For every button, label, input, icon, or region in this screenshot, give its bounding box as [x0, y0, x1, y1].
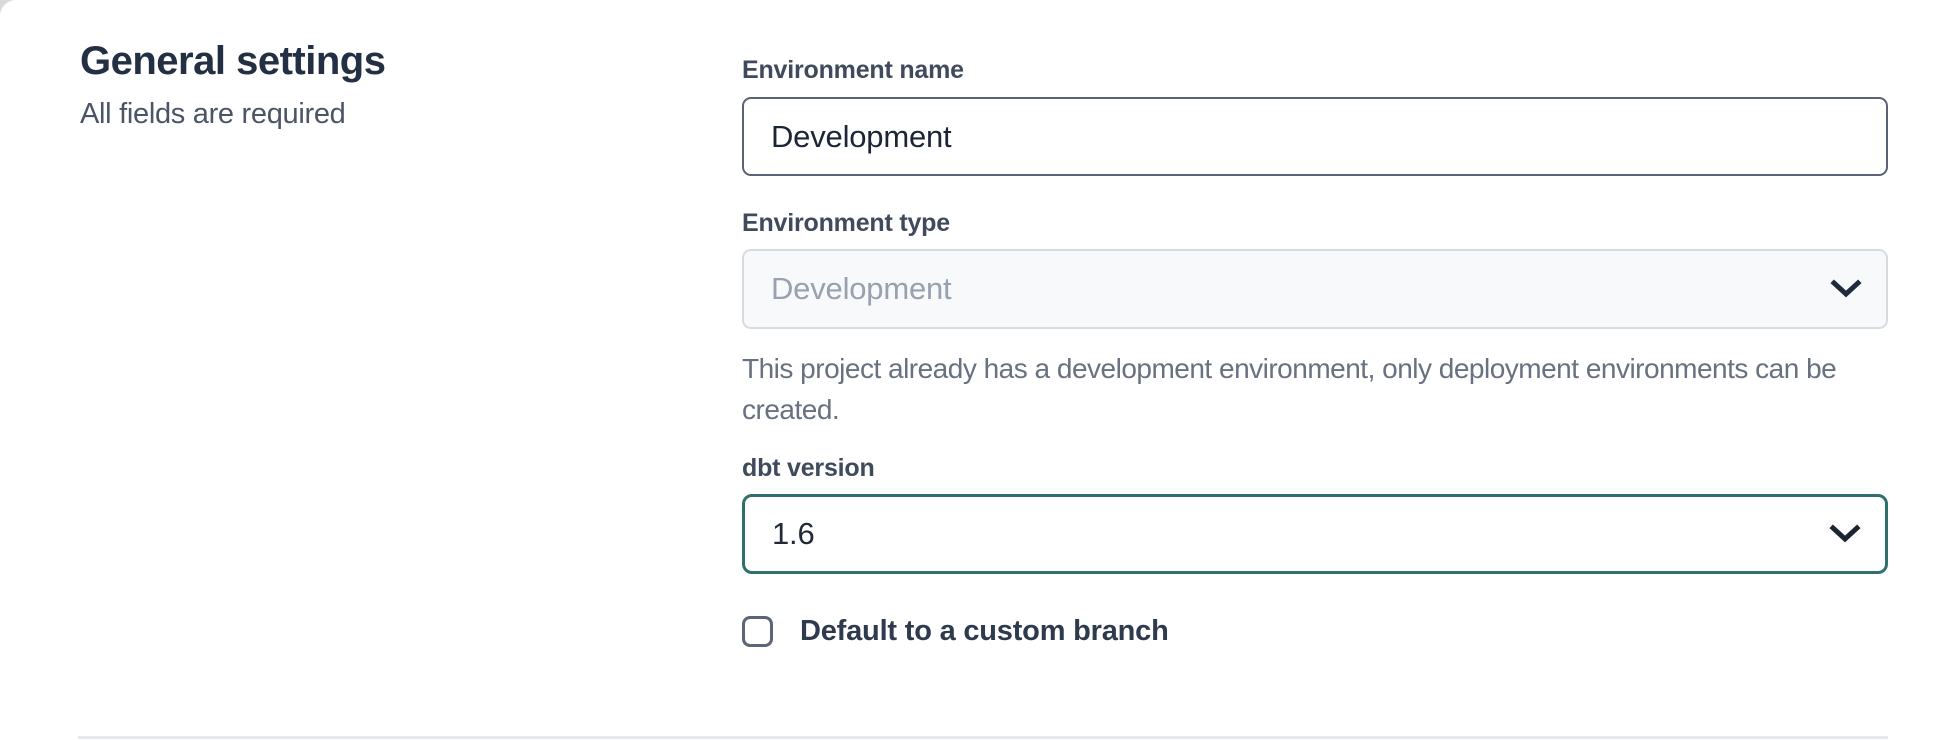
required-note: All fields are required [80, 96, 640, 132]
dbt-version-selected-value: 1.6 [772, 516, 815, 552]
general-settings-form: Environment name Environment type Develo… [742, 0, 1888, 648]
environment-type-selected-value: Development [771, 271, 951, 307]
environment-name-label: Environment name [742, 57, 1888, 83]
custom-branch-label: Default to a custom branch [800, 615, 1169, 648]
environment-type-select: Development [742, 249, 1888, 329]
dbt-version-label: dbt version [742, 455, 1888, 481]
environment-name-input[interactable] [742, 97, 1888, 176]
chevron-down-icon [1829, 524, 1861, 544]
settings-panel: General settings All fields are required… [0, 0, 1958, 740]
chevron-down-icon [1830, 279, 1862, 299]
custom-branch-checkbox[interactable] [742, 616, 773, 647]
page-title: General settings [80, 36, 640, 86]
dbt-version-select[interactable]: 1.6 [742, 494, 1888, 574]
custom-branch-row[interactable]: Default to a custom branch [742, 615, 1169, 648]
section-divider [78, 736, 1888, 739]
section-intro: General settings All fields are required [80, 36, 640, 132]
environment-type-helper-text: This project already has a development e… [742, 348, 1888, 430]
environment-type-label: Environment type [742, 210, 1888, 236]
